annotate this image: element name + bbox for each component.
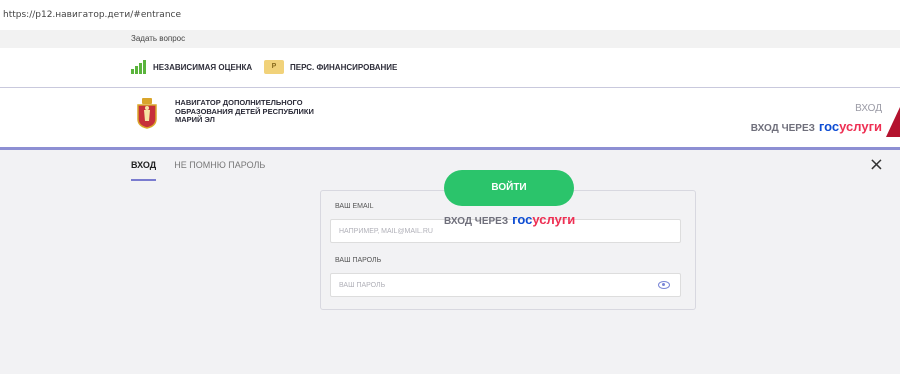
tab-forgot-password[interactable]: НЕ ПОМНЮ ПАРОЛЬ <box>174 160 265 181</box>
independent-assessment-link[interactable]: НЕЗАВИСИМАЯ ОЦЕНКА <box>131 60 252 74</box>
gosuslugi-login-button[interactable]: ВХОД ЧЕРЕЗ госуслуги <box>444 212 575 227</box>
login-via-label-bottom: ВХОД ЧЕРЕЗ <box>444 216 509 227</box>
site-title[interactable]: НАВИГАТОР ДОПОЛНИТЕЛЬНОГО ОБРАЗОВАНИЯ ДЕ… <box>175 98 314 125</box>
password-field-box <box>330 273 681 297</box>
gosuslugi-login-link[interactable]: ВХОД ЧЕРЕЗ госуслуги <box>751 119 882 134</box>
login-link[interactable]: ВХОД <box>855 103 882 114</box>
login-tabs: ВХОД НЕ ПОМНЮ ПАРОЛЬ <box>131 160 265 181</box>
site-title-line3: МАРИЙ ЭЛ <box>175 115 215 124</box>
show-password-eye-icon[interactable] <box>658 281 670 289</box>
top-utility-bar: Задать вопрос <box>0 30 900 48</box>
gosuslugi-logo: госуслуги <box>818 119 882 134</box>
independent-assessment-label: НЕЗАВИСИМАЯ ОЦЕНКА <box>153 62 253 72</box>
corner-flag-icon <box>886 107 900 137</box>
site-header: НАВИГАТОР ДОПОЛНИТЕЛЬНОГО ОБРАЗОВАНИЯ ДЕ… <box>0 89 900 147</box>
password-label: ВАШ ПАРОЛЬ <box>335 257 382 264</box>
login-via-label: ВХОД ЧЕРЕЗ <box>750 123 815 134</box>
password-field[interactable] <box>339 277 639 293</box>
gosuslugi-logo-bottom: госуслуги <box>512 212 576 227</box>
url-bar: https://p12.навигатор.дети/#entrance <box>3 10 182 20</box>
login-form: ВАШ EMAIL ВАШ ПАРОЛЬ <box>320 190 696 310</box>
top-links-bar: НЕЗАВИСИМАЯ ОЦЕНКА P ПЕРС. ФИНАНСИРОВАНИ… <box>0 48 900 88</box>
email-label: ВАШ EMAIL <box>335 203 374 210</box>
login-button[interactable]: ВОЙТИ <box>444 170 574 206</box>
certificate-icon: P <box>264 60 284 74</box>
region-crest-icon[interactable] <box>136 97 158 129</box>
personal-financing-label: ПЕРС. ФИНАНСИРОВАНИЕ <box>290 62 398 72</box>
close-icon[interactable]: × <box>869 156 884 174</box>
ask-question-link[interactable]: Задать вопрос <box>131 34 185 43</box>
page: https://p12.навигатор.дети/#entrance Зад… <box>0 0 900 374</box>
chart-icon <box>131 60 147 74</box>
tab-login[interactable]: ВХОД <box>131 160 157 181</box>
personal-financing-link[interactable]: P ПЕРС. ФИНАНСИРОВАНИЕ <box>264 60 397 74</box>
